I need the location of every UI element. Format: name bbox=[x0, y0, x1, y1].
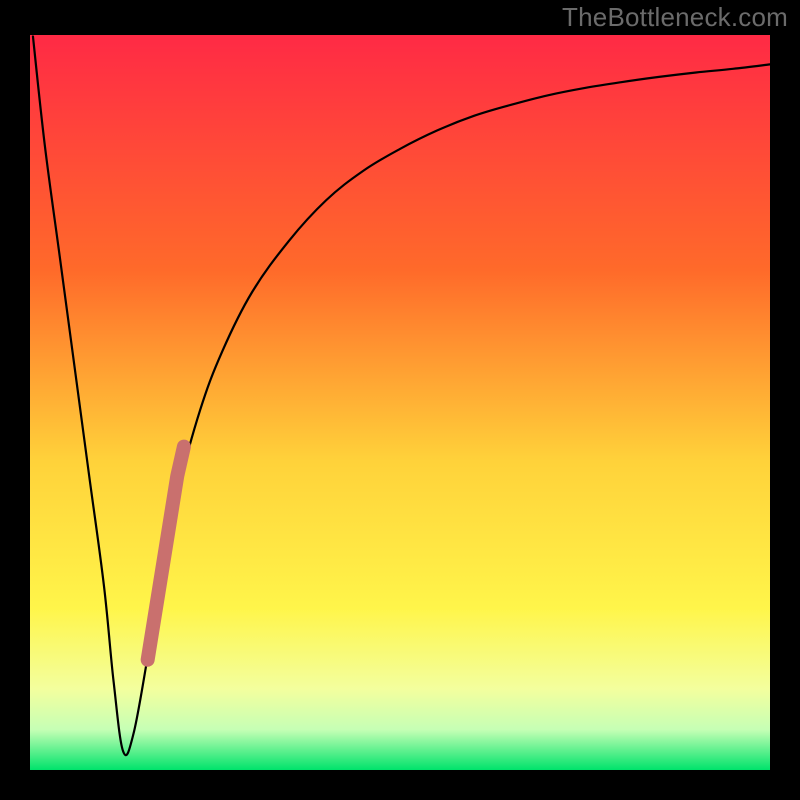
bottleneck-chart bbox=[0, 0, 800, 800]
watermark-text: TheBottleneck.com bbox=[562, 2, 788, 33]
chart-frame: TheBottleneck.com bbox=[0, 0, 800, 800]
